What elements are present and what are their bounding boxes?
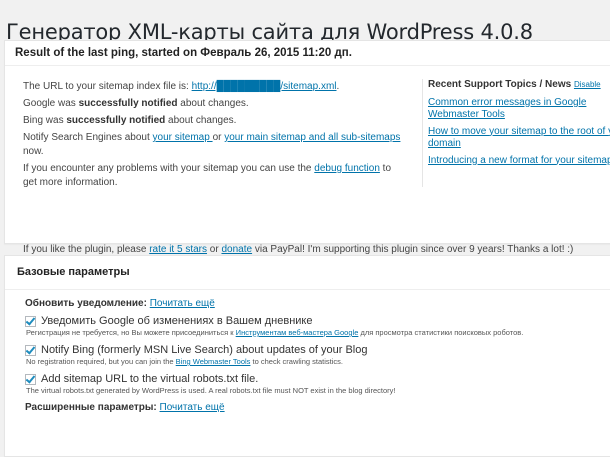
news-disable-link[interactable]: Disable (574, 80, 601, 89)
bing-notify-desc: No registration required, but you can jo… (26, 357, 523, 366)
update-notification-label: Обновить уведомление: (25, 298, 150, 309)
basic-params-heading: Базовые параметры (5, 256, 610, 290)
google-webmaster-link[interactable]: Инструментам веб-мастера Google (236, 328, 359, 337)
basic-params-box: Базовые параметры Обновить уведомление: … (4, 255, 610, 457)
ping-result-box: Result of the last ping, started on Февр… (4, 40, 610, 255)
news-item-link[interactable]: Introducing a new format for your sitema… (428, 155, 610, 166)
google-status-suffix: about changes. (177, 98, 249, 109)
bing-status-prefix: Bing was (23, 115, 67, 126)
debug-prefix: If you encounter any problems with your … (23, 163, 315, 174)
update-read-more-link[interactable]: Почитать ещё (150, 298, 215, 309)
notify-line: Notify Search Engines about your sitemap… (23, 131, 403, 159)
advanced-read-more-link[interactable]: Почитать ещё (160, 402, 225, 413)
news-item-link[interactable]: Common error messages in Google Webmaste… (428, 97, 586, 121)
news-panel: Recent Support Topics / News Disable Com… (422, 79, 610, 187)
sitemap-index-link[interactable]: http://█████████/sitemap.xml (192, 81, 337, 92)
google-notify-label[interactable]: Уведомить Google об изменениях в Вашем д… (41, 315, 312, 327)
like-prefix: If you like the plugin, please (23, 244, 150, 255)
basic-params-content: Обновить уведомление: Почитать ещё Уведо… (25, 298, 523, 419)
notify-all-sitemaps-link[interactable]: your main sitemap and all sub-sitemaps (224, 132, 400, 143)
robots-txt-label[interactable]: Add sitemap URL to the virtual robots.tx… (41, 373, 258, 385)
google-status-bold: successfully notified (78, 98, 178, 109)
notify-prefix: Notify Search Engines about (23, 132, 153, 143)
notify-sitemap-link[interactable]: your sitemap (153, 132, 213, 143)
bing-notify-checkbox[interactable] (25, 344, 36, 356)
donate-link[interactable]: donate (221, 244, 252, 255)
notify-suffix: now. (23, 146, 44, 157)
bing-status-bold: successfully notified (66, 115, 166, 126)
option-robots: Add sitemap URL to the virtual robots.tx… (25, 373, 523, 395)
ping-result-heading: Result of the last ping, started on Февр… (5, 41, 610, 66)
bing-status-suffix: about changes. (165, 115, 237, 126)
update-notification-heading: Обновить уведомление: Почитать ещё (25, 298, 523, 309)
bing-webmaster-link[interactable]: Bing Webmaster Tools (176, 357, 251, 366)
google-status-prefix: Google was (23, 98, 79, 109)
rate-link[interactable]: rate it 5 stars (149, 244, 207, 255)
google-notify-desc: Регистрация не требуется, но Вы можете п… (26, 328, 523, 337)
sitemap-index-suffix: . (336, 81, 340, 92)
option-bing: Notify Bing (formerly MSN Live Search) a… (25, 344, 523, 366)
robots-txt-checkbox[interactable] (25, 373, 36, 385)
google-desc-prefix: Регистрация не требуется, но Вы можете п… (26, 328, 236, 337)
advanced-params-label: Расширенные параметры: (25, 402, 160, 413)
like-mid: or (207, 244, 222, 255)
news-item-link[interactable]: How to move your sitemap to the root of … (428, 126, 610, 150)
like-suffix: via PayPal! I'm supporting this plugin s… (252, 244, 574, 255)
plugin-like-line: If you like the plugin, please rate it 5… (23, 244, 573, 255)
bing-desc-prefix: No registration required, but you can jo… (26, 357, 176, 366)
news-heading-text: Recent Support Topics / News (428, 79, 574, 90)
google-status-line: Google was successfully notified about c… (23, 97, 403, 111)
news-heading: Recent Support Topics / News Disable (428, 79, 610, 92)
bing-desc-suffix: to check crawling statistics. (250, 357, 343, 366)
sitemap-index-line: The URL to your sitemap index file is: h… (23, 80, 403, 94)
debug-line: If you encounter any problems with your … (23, 162, 403, 190)
notify-mid: or (212, 132, 225, 143)
robots-desc-text: The virtual robots.txt generated by Word… (26, 386, 396, 395)
robots-txt-desc: The virtual robots.txt generated by Word… (26, 386, 523, 395)
bing-status-line: Bing was successfully notified about cha… (23, 114, 403, 128)
sitemap-index-prefix: The URL to your sitemap index file is: (23, 81, 192, 92)
advanced-params-heading: Расширенные параметры: Почитать ещё (25, 402, 523, 413)
option-google: Уведомить Google об изменениях в Вашем д… (25, 315, 523, 337)
bing-notify-label[interactable]: Notify Bing (formerly MSN Live Search) a… (41, 344, 367, 356)
debug-function-link[interactable]: debug function (314, 163, 380, 174)
google-desc-suffix: для просмотра статистики поисковых робот… (358, 328, 524, 337)
google-notify-checkbox[interactable] (25, 315, 36, 327)
ping-result-content: The URL to your sitemap index file is: h… (23, 80, 403, 193)
